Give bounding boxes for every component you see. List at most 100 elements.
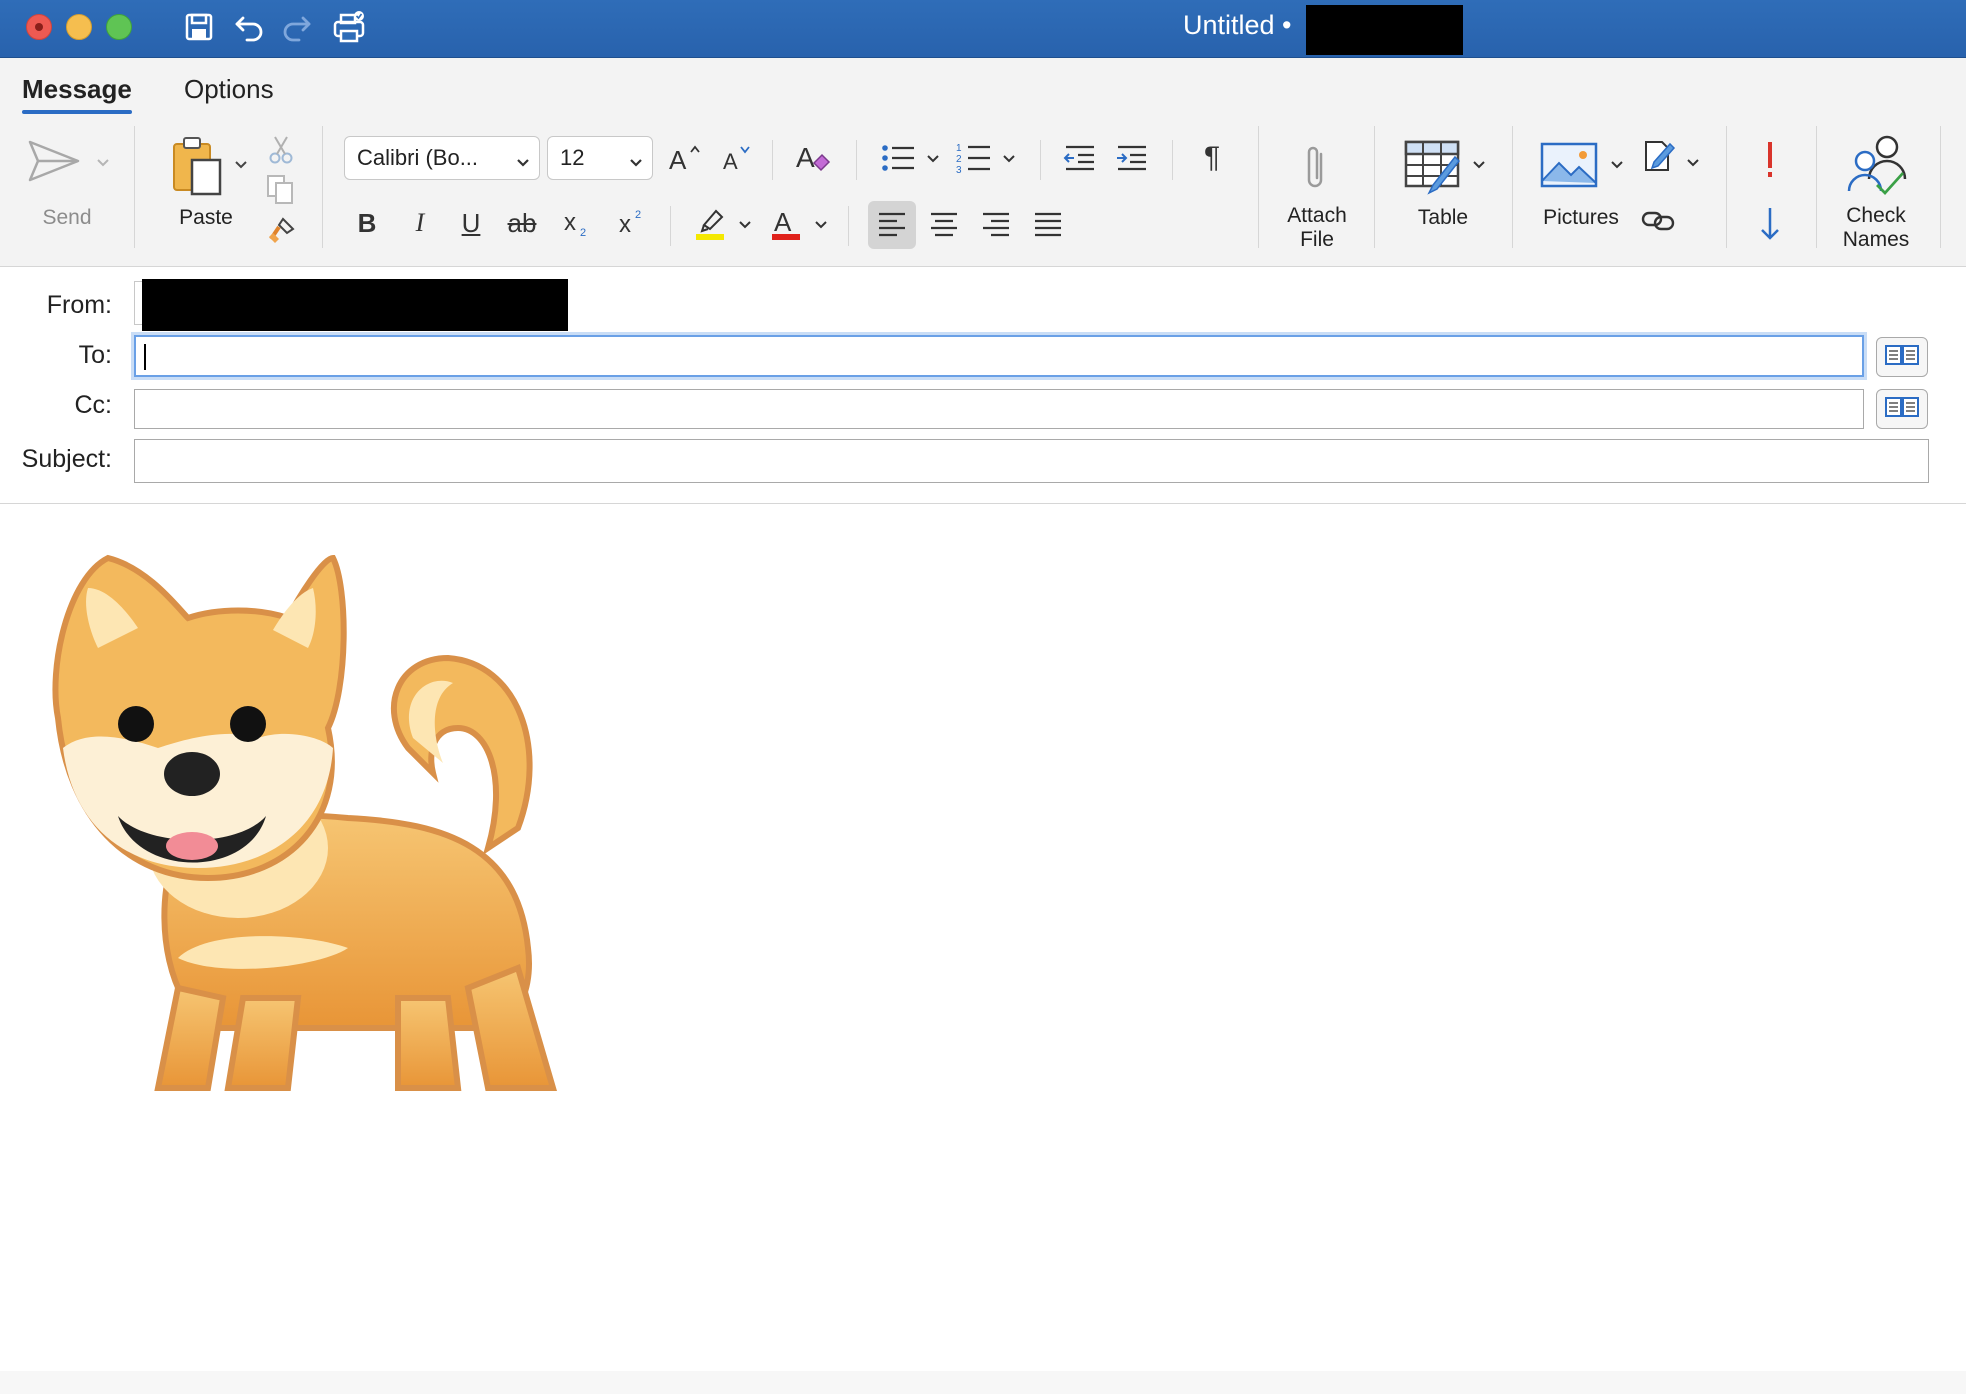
grow-font-icon[interactable]: A [662,136,706,180]
message-header: From: To: Cc: Subject: [0,267,1966,504]
ribbon: Send Paste Calibri (Bo... 12 A A A 1 2 3… [0,116,1966,267]
redacted-block [1306,5,1463,55]
cc-address-book-button[interactable] [1876,389,1928,429]
pictures-icon[interactable] [1538,140,1600,190]
paste-icon[interactable] [164,132,230,198]
attach-file-label-line2: File [1300,228,1334,251]
svg-text:2: 2 [580,227,586,238]
paste-options-chevron-icon[interactable] [232,156,250,174]
shrink-font-icon[interactable]: A [714,136,758,180]
align-center-button[interactable] [922,203,966,247]
highlight-icon[interactable] [688,201,732,245]
from-account-redacted[interactable] [142,279,568,331]
show-formatting-marks-icon[interactable]: ¶ [1190,136,1234,180]
paperclip-icon[interactable] [1294,140,1338,196]
subscript-button[interactable]: x2 [555,201,599,245]
link-icon[interactable] [1640,202,1678,238]
svg-text:x: x [564,209,576,236]
strikethrough-button[interactable]: ab [500,201,544,245]
paste-button[interactable]: Paste [166,206,246,230]
chevron-down-icon[interactable] [736,216,754,234]
clear-formatting-icon[interactable]: A [792,136,836,180]
undo-icon[interactable] [230,8,268,46]
copy-icon[interactable] [264,172,296,206]
chevron-down-icon [628,149,644,175]
chevron-down-icon[interactable] [1608,156,1626,174]
window-title: Untitled • [1183,10,1292,40]
italic-button[interactable]: I [398,201,442,245]
font-color-icon[interactable]: A [764,201,808,245]
chevron-down-icon[interactable] [924,150,942,168]
attach-file-button[interactable]: Attach File [1272,204,1362,252]
justify-button[interactable] [1026,203,1070,247]
check-names-label-line1: Check [1846,204,1906,227]
pictures-button[interactable]: Pictures [1534,206,1628,230]
cc-label: Cc: [74,391,113,419]
check-names-label-line2: Names [1842,228,1910,251]
title-bar: Untitled • [0,0,1966,58]
chevron-down-icon[interactable] [1470,156,1488,174]
subject-input[interactable] [135,440,1928,482]
from-label: From: [46,291,112,319]
align-right-button[interactable] [974,203,1018,247]
font-name-value: Calibri (Bo... [357,145,479,170]
print-icon[interactable] [330,8,368,46]
redo-icon[interactable] [278,8,316,46]
subject-label: Subject: [21,445,112,473]
svg-text:A: A [723,149,738,173]
svg-text:A: A [796,142,815,173]
send-options-chevron-icon[interactable] [94,154,112,172]
tab-message[interactable]: Message [22,74,132,114]
chevron-down-icon[interactable] [1000,150,1018,168]
message-body[interactable] [0,504,1931,1372]
bold-button[interactable]: B [345,201,389,245]
chevron-down-icon[interactable] [812,216,830,234]
zoom-window-button[interactable] [106,14,132,40]
minimize-window-button[interactable] [66,14,92,40]
table-icon[interactable] [1402,138,1464,198]
format-painter-icon[interactable] [264,214,298,248]
close-window-button[interactable] [26,14,52,40]
svg-text:A: A [669,145,687,173]
bullets-icon[interactable] [876,136,920,180]
to-address-book-button[interactable] [1876,337,1928,377]
signature-icon[interactable] [1640,136,1678,176]
tab-options[interactable]: Options [184,74,274,105]
numbering-icon[interactable]: 123 [952,136,996,180]
scrollbar-track[interactable] [1930,504,1966,1394]
save-icon[interactable] [180,8,218,46]
svg-text:2: 2 [956,154,962,165]
send-icon[interactable] [24,136,84,186]
svg-text:2: 2 [635,209,641,221]
cut-icon[interactable] [266,134,296,166]
svg-text:3: 3 [956,165,962,175]
high-importance-icon[interactable] [1752,138,1788,182]
to-field[interactable] [134,335,1864,377]
font-name-select[interactable]: Calibri (Bo... [344,136,540,180]
decrease-indent-icon[interactable] [1058,136,1102,180]
underline-button[interactable]: U [449,201,493,245]
subject-field[interactable] [134,439,1929,483]
cc-input[interactable] [135,390,1863,428]
increase-indent-icon[interactable] [1110,136,1154,180]
chevron-down-icon [515,149,531,175]
svg-text:1: 1 [956,143,962,154]
address-book-icon [1883,395,1921,424]
chevron-down-icon[interactable] [1684,154,1702,172]
superscript-button[interactable]: x2 [610,201,654,245]
send-button[interactable]: Send [30,206,104,230]
shiba-dog-image [52,554,557,1091]
low-importance-icon[interactable] [1752,202,1788,246]
font-size-select[interactable]: 12 [547,136,653,180]
cc-field[interactable] [134,389,1864,429]
table-button[interactable]: Table [1400,206,1486,230]
check-names-icon[interactable] [1842,132,1910,198]
check-names-button[interactable]: Check Names [1830,204,1922,252]
font-size-value: 12 [560,145,585,170]
align-left-button[interactable] [868,201,916,249]
text-cursor [144,344,146,370]
ribbon-tabs: Message Options [0,58,1966,116]
svg-text:x: x [619,211,631,238]
to-input[interactable] [136,337,1862,375]
svg-text:A: A [774,207,792,237]
